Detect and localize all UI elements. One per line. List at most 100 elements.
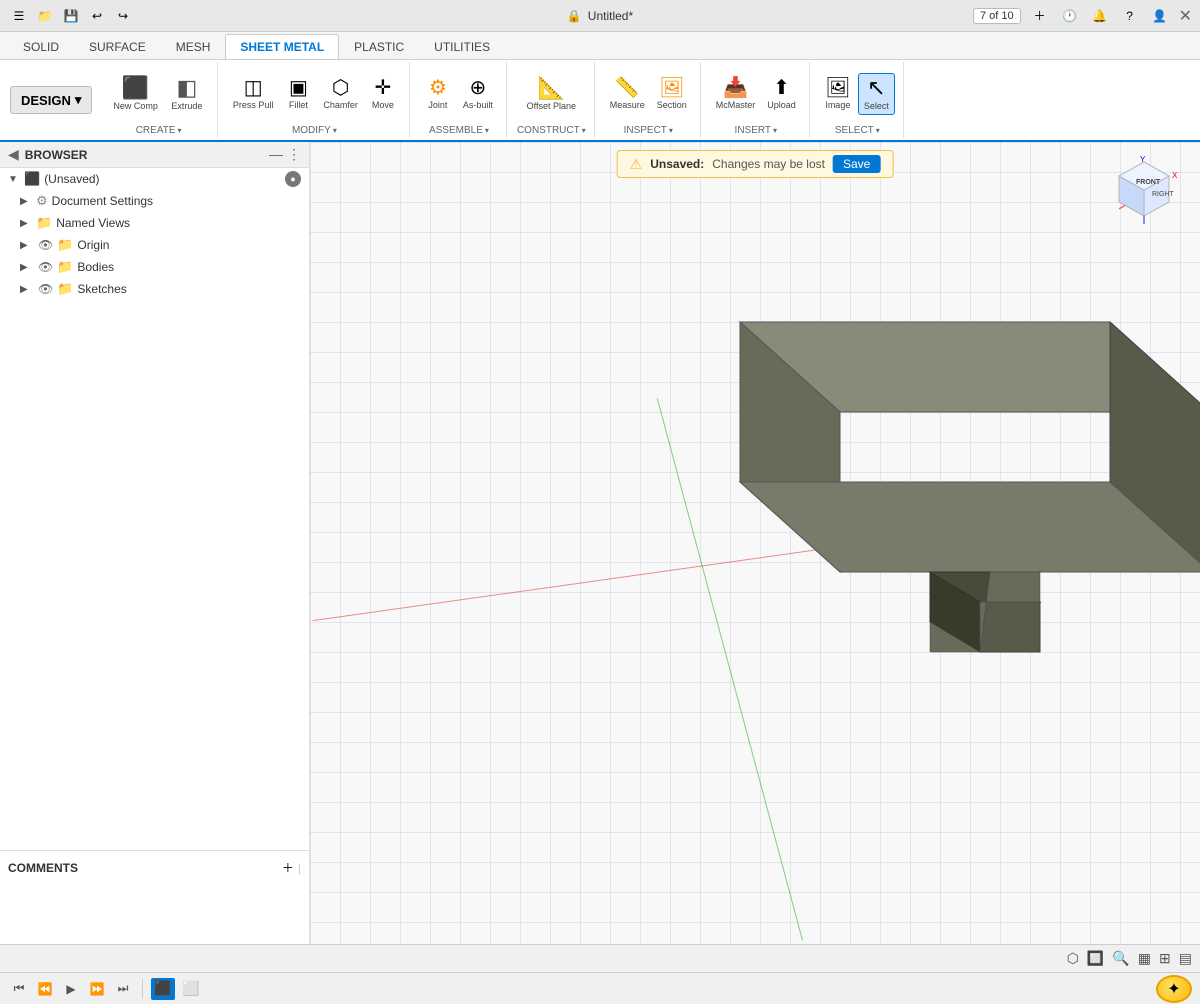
view-mode-solid[interactable]: ⬛ [151, 978, 175, 1000]
browser-back-icon[interactable]: ◀ [8, 146, 19, 163]
doc-settings-label: Document Settings [52, 194, 153, 208]
add-tab-icon[interactable]: ＋ [1029, 5, 1051, 27]
btn-mcmaster[interactable]: 📥 McMaster [711, 75, 761, 113]
viewport[interactable]: ⚠ Unsaved: Changes may be lost Save [310, 142, 1200, 944]
browser-collapse-icon[interactable]: — [269, 146, 283, 163]
tab-plastic[interactable]: PLASTIC [339, 34, 419, 59]
ribbon-tabs: SOLID SURFACE MESH SHEET METAL PLASTIC U… [0, 32, 1200, 60]
create-group-label[interactable]: CREATE ▾ [136, 123, 182, 136]
undo-icon[interactable]: ↩ [86, 5, 108, 27]
chamfer-icon: ⬡ [332, 78, 349, 98]
construct-label: Offset Plane [527, 101, 576, 111]
btn-joint[interactable]: ⚙ Joint [420, 75, 456, 113]
btn-fillet[interactable]: ▣ Fillet [280, 75, 316, 113]
display-mode-icon[interactable]: ▦ [1138, 950, 1151, 967]
tree-root[interactable]: ▼ ⬛ (Unsaved) ● [0, 168, 309, 190]
inspect-buttons: 📏 Measure 🖼 Section [605, 64, 692, 123]
btn-extrude[interactable]: ◧ Extrude [165, 74, 209, 114]
app-icons: ☰ 📁 💾 ↩ ↪ [8, 5, 134, 27]
btn-new-component[interactable]: ⬛ New Comp [108, 74, 163, 114]
save-button[interactable]: Save [833, 155, 880, 173]
cube-gizmo[interactable]: FRONT RIGHT Y X [1104, 154, 1184, 234]
insert-group-label[interactable]: INSERT ▾ [735, 123, 778, 136]
main-content: ◀ BROWSER — ⋮ ▼ ⬛ (Unsaved) ● ▶ ⚙ Docume… [0, 142, 1200, 944]
construct-group-label[interactable]: CONSTRUCT ▾ [517, 123, 586, 136]
btn-measure[interactable]: 📏 Measure [605, 75, 650, 113]
inspect-group-label[interactable]: INSPECT ▾ [624, 123, 673, 136]
bell-icon[interactable]: 🔔 [1089, 5, 1111, 27]
btn-chamfer[interactable]: ⬡ Chamfer [318, 75, 363, 113]
group-create: ⬛ New Comp ◧ Extrude CREATE ▾ [100, 62, 218, 138]
select-label: Select [864, 101, 889, 111]
bodies-icon: 📁 [57, 259, 73, 275]
tab-surface[interactable]: SURFACE [74, 34, 161, 59]
tree-item-origin[interactable]: ▶ 👁 📁 Origin [0, 234, 309, 256]
files-icon[interactable]: 📁 [34, 5, 56, 27]
create-buttons: ⬛ New Comp ◧ Extrude [108, 64, 209, 123]
browser-settings-icon[interactable]: ⋮ [287, 146, 301, 163]
origin-icon: 📁 [57, 237, 73, 253]
fillet-icon: ▣ [289, 78, 308, 98]
modify-buttons: ◫ Press Pull ▣ Fillet ⬡ Chamfer ✛ Move [228, 64, 401, 123]
as-built-label: As-built [463, 100, 493, 110]
tree-item-doc-settings[interactable]: ▶ ⚙ Document Settings [0, 190, 309, 212]
close-button[interactable]: ✕ [1179, 6, 1192, 26]
orbit-icon[interactable]: ⬡ [1067, 950, 1079, 967]
select-group-label[interactable]: SELECT ▾ [835, 123, 880, 136]
zoom-in-icon[interactable]: 🔍 [1112, 950, 1129, 967]
modify-group-label[interactable]: MODIFY ▾ [292, 123, 337, 136]
tree-item-bodies[interactable]: ▶ 👁 📁 Bodies [0, 256, 309, 278]
tab-counter[interactable]: 7 of 10 [973, 8, 1021, 24]
btn-upload[interactable]: ⬆ Upload [762, 75, 801, 113]
bodies-visibility-icon[interactable]: 👁 [38, 260, 53, 274]
origin-visibility-icon[interactable]: 👁 [38, 238, 53, 252]
nav-first-btn[interactable]: ⏮ [8, 978, 30, 1000]
tree-item-sketches[interactable]: ▶ 👁 📁 Sketches [0, 278, 309, 300]
tab-mesh[interactable]: MESH [161, 34, 226, 59]
origin-label: Origin [77, 238, 109, 252]
nav-next-btn[interactable]: ⏩ [86, 978, 108, 1000]
btn-section[interactable]: 🖼 Section [652, 75, 692, 113]
btn-as-built[interactable]: ⊕ As-built [458, 75, 498, 113]
redo-icon[interactable]: ↪ [112, 5, 134, 27]
design-button[interactable]: DESIGN ▾ [10, 86, 92, 114]
as-built-icon: ⊕ [470, 78, 487, 98]
sketches-label: Sketches [77, 282, 126, 296]
tree-item-named-views[interactable]: ▶ 📁 Named Views [0, 212, 309, 234]
browser-panel: ◀ BROWSER — ⋮ ▼ ⬛ (Unsaved) ● ▶ ⚙ Docume… [0, 142, 310, 944]
btn-select[interactable]: ↖ Select [858, 73, 895, 115]
nav-play-btn[interactable]: ▶ [60, 978, 82, 1000]
user-icon[interactable]: 👤 [1149, 5, 1171, 27]
clock-icon[interactable]: 🕐 [1059, 5, 1081, 27]
doc-settings-icon: ⚙ [36, 193, 48, 209]
svg-text:RIGHT: RIGHT [1152, 191, 1175, 198]
tab-utilities[interactable]: UTILITIES [419, 34, 505, 59]
upload-label: Upload [767, 100, 796, 110]
grid-icon[interactable]: ⊞ [1159, 950, 1171, 967]
view-settings-icon[interactable]: ▤ [1179, 950, 1192, 967]
chamfer-label: Chamfer [323, 100, 358, 110]
upload-icon: ⬆ [773, 78, 790, 98]
btn-move[interactable]: ✛ Move [365, 75, 401, 113]
btn-press-pull[interactable]: ◫ Press Pull [228, 75, 279, 113]
document-title: Untitled* [588, 9, 633, 23]
sketches-visibility-icon[interactable]: 👁 [38, 282, 53, 296]
tab-solid[interactable]: SOLID [8, 34, 74, 59]
zoom-fit-icon[interactable]: 🔲 [1087, 950, 1104, 967]
sketches-chevron: ▶ [20, 284, 32, 295]
assist-button[interactable]: ✦ [1156, 975, 1192, 1003]
comments-bar: COMMENTS ＋ | [0, 850, 309, 884]
btn-image[interactable]: 🖼 Image [820, 75, 856, 113]
tab-sheet-metal[interactable]: SHEET METAL [225, 34, 339, 59]
nav-prev-btn[interactable]: ⏪ [34, 978, 56, 1000]
assemble-group-label[interactable]: ASSEMBLE ▾ [429, 123, 489, 136]
comments-add-icon[interactable]: ＋ [282, 859, 294, 876]
menu-icon[interactable]: ☰ [8, 5, 30, 27]
help-icon[interactable]: ? [1119, 5, 1141, 27]
view-mode-wireframe[interactable]: ⬜ [179, 978, 203, 1000]
nav-last-btn[interactable]: ⏭ [112, 978, 134, 1000]
joint-label: Joint [428, 100, 447, 110]
save-icon[interactable]: 💾 [60, 5, 82, 27]
browser-actions: — ⋮ [269, 146, 301, 163]
btn-construct[interactable]: 📐 Offset Plane [522, 74, 581, 114]
